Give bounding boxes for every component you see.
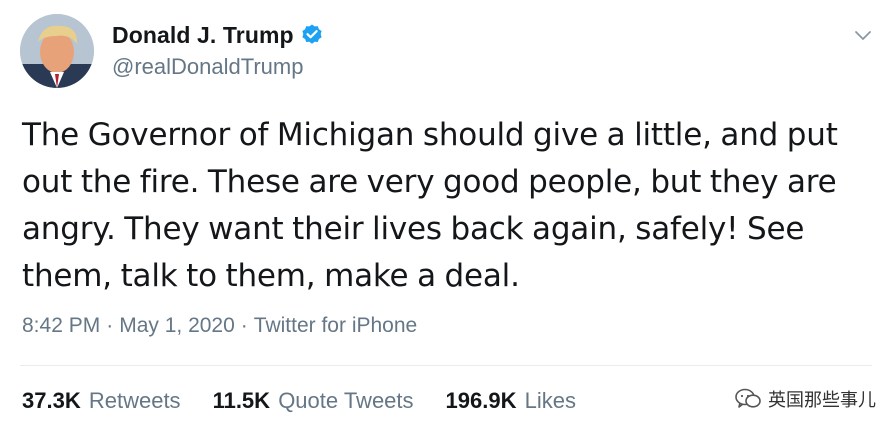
- likes-label: Likes: [524, 388, 576, 413]
- likes-stat[interactable]: 196.9K Likes: [446, 388, 576, 414]
- tweet-time[interactable]: 8:42 PM: [22, 314, 100, 338]
- author-info: Donald J. Trump @realDonaldTrump: [112, 18, 324, 80]
- divider: [20, 365, 872, 366]
- likes-count: 196.9K: [445, 388, 517, 413]
- watermark: 英国那些事儿: [734, 386, 876, 412]
- display-name[interactable]: Donald J. Trump: [112, 22, 294, 49]
- quote-tweets-stat[interactable]: 11.5K Quote Tweets: [213, 388, 414, 414]
- verified-badge-icon: [300, 23, 324, 47]
- engagement-stats: 37.3K Retweets 11.5K Quote Tweets 196.9K…: [22, 388, 608, 414]
- chevron-down-icon[interactable]: [852, 24, 874, 46]
- avatar[interactable]: [20, 14, 94, 88]
- meta-separator: ·: [106, 314, 114, 337]
- tweet-date[interactable]: May 1, 2020: [119, 314, 235, 338]
- avatar-image: [20, 14, 94, 88]
- quote-tweets-label: Quote Tweets: [278, 388, 414, 413]
- retweets-stat[interactable]: 37.3K Retweets: [22, 388, 181, 414]
- handle[interactable]: @realDonaldTrump: [112, 54, 324, 80]
- quote-tweets-count: 11.5K: [212, 388, 271, 413]
- tweet-card: Donald J. Trump @realDonaldTrump The Gov…: [0, 0, 892, 437]
- retweets-label: Retweets: [88, 388, 181, 413]
- tweet-meta: 8:42 PM · May 1, 2020 · Twitter for iPho…: [22, 314, 417, 338]
- tweet-text: The Governor of Michigan should give a l…: [22, 117, 838, 294]
- meta-separator: ·: [240, 314, 248, 337]
- watermark-text: 英国那些事儿: [768, 390, 876, 411]
- tweet-source[interactable]: Twitter for iPhone: [254, 314, 417, 338]
- retweets-count: 37.3K: [22, 388, 81, 413]
- name-row: Donald J. Trump: [112, 18, 324, 52]
- wechat-icon: [734, 387, 762, 411]
